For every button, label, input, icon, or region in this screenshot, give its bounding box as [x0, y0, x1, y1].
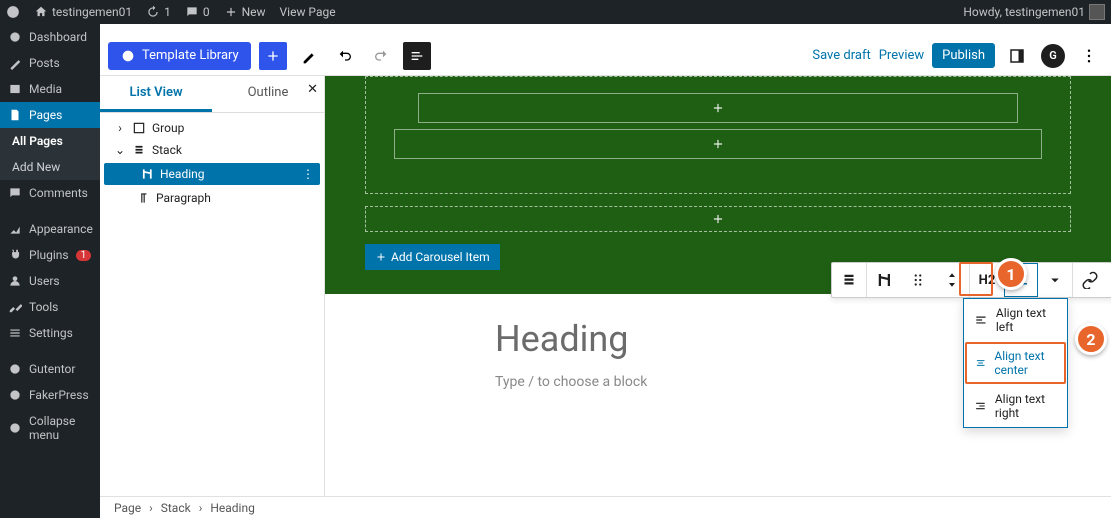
block-toolbar: H2 [831, 262, 1111, 298]
menu-dashboard[interactable]: Dashboard [0, 24, 100, 50]
callout-1: 1 [995, 258, 1027, 290]
edit-tool-button[interactable] [295, 42, 323, 70]
view-page-link[interactable]: View Page [280, 5, 336, 19]
document-overview-button[interactable] [403, 42, 431, 70]
new-link[interactable]: New [224, 5, 266, 19]
block-type-button[interactable] [832, 263, 866, 297]
tree-heading[interactable]: Heading⋮ [104, 163, 320, 185]
block-appender-2[interactable] [394, 129, 1042, 159]
add-carousel-item-button[interactable]: Add Carousel Item [365, 244, 500, 270]
admin-sidemenu: Dashboard Posts Media Pages All Pages Ad… [0, 24, 100, 518]
submenu-all-pages[interactable]: All Pages [0, 128, 100, 154]
redo-button[interactable] [367, 42, 395, 70]
avatar [1089, 4, 1105, 20]
options-menu-button[interactable] [1075, 42, 1103, 70]
menu-users[interactable]: Users [0, 268, 100, 294]
breadcrumb-page[interactable]: Page [114, 501, 141, 515]
align-left-option[interactable]: Align text left [964, 299, 1067, 341]
link-button[interactable] [1073, 263, 1107, 297]
menu-media[interactable]: Media [0, 76, 100, 102]
save-draft-link[interactable]: Save draft [812, 48, 870, 63]
menu-collapse[interactable]: Collapse menu [0, 408, 100, 448]
block-appender-1[interactable] [418, 93, 1018, 123]
block-appender-3[interactable] [365, 206, 1071, 232]
menu-tools[interactable]: Tools [0, 294, 100, 320]
breadcrumb-stack[interactable]: Stack [161, 501, 191, 515]
editor-topbar: Template Library Save draft Preview Publ… [100, 36, 1111, 76]
tree-stack[interactable]: ⌄Stack [100, 139, 324, 161]
breadcrumb-heading[interactable]: Heading [210, 501, 255, 515]
move-updown-button[interactable] [935, 263, 969, 297]
menu-appearance[interactable]: Appearance [0, 216, 100, 242]
site-link[interactable]: testingemen01 [34, 5, 132, 19]
tree-heading-options[interactable]: ⋮ [302, 167, 314, 181]
site-name: testingemen01 [52, 5, 132, 19]
gutentor-icon[interactable]: G [1039, 42, 1067, 70]
updates-link[interactable]: 1 [146, 5, 171, 19]
submenu-add-new[interactable]: Add New [0, 154, 100, 180]
list-view-panel: List View Outline ✕ ›Group ⌄Stack Headin… [100, 76, 325, 496]
howdy-label: Howdy, testingemen01 [963, 5, 1085, 19]
menu-gutentor[interactable]: Gutentor [0, 356, 100, 382]
template-library-button[interactable]: Template Library [108, 42, 251, 70]
admin-bar: testingemen01 1 0 New View Page Howdy, t… [0, 0, 1111, 24]
align-chevron-icon[interactable] [1038, 263, 1072, 297]
select-parent-button[interactable] [867, 263, 901, 297]
tab-list-view[interactable]: List View [100, 76, 212, 112]
editor-canvas: Add Carousel Item Heading Type / to choo… [325, 76, 1111, 496]
menu-comments[interactable]: Comments [0, 180, 100, 206]
close-list-panel[interactable]: ✕ [307, 82, 318, 97]
new-label: New [242, 5, 266, 19]
menu-fakerpress[interactable]: FakerPress [0, 382, 100, 408]
add-block-button[interactable] [259, 42, 287, 70]
drag-handle[interactable] [901, 263, 935, 297]
menu-settings[interactable]: Settings [0, 320, 100, 346]
settings-sidebar-button[interactable] [1003, 42, 1031, 70]
wp-logo[interactable] [6, 5, 20, 19]
more-rich-text-button[interactable] [1107, 263, 1111, 297]
callout-2: 2 [1075, 323, 1107, 355]
menu-plugins[interactable]: Plugins1 [0, 242, 100, 268]
plugins-badge: 1 [76, 250, 92, 261]
menu-pages[interactable]: Pages [0, 102, 100, 128]
publish-button[interactable]: Publish [932, 43, 995, 68]
align-right-option[interactable]: Align text right [964, 385, 1067, 427]
updates-count: 1 [164, 5, 171, 19]
block-breadcrumb: Page › Stack › Heading [100, 496, 1111, 518]
tree-paragraph[interactable]: Paragraph [100, 187, 324, 209]
carousel-inner [365, 76, 1071, 194]
menu-posts[interactable]: Posts [0, 50, 100, 76]
preview-link[interactable]: Preview [879, 48, 924, 63]
align-center-option[interactable]: Align text center [965, 342, 1066, 384]
paragraph-placeholder[interactable]: Type / to choose a block [495, 374, 941, 390]
comments-count: 0 [203, 5, 210, 19]
undo-button[interactable] [331, 42, 359, 70]
heading-block[interactable]: Heading [495, 318, 941, 360]
howdy-link[interactable]: Howdy, testingemen01 [963, 4, 1105, 20]
comments-link[interactable]: 0 [185, 5, 210, 19]
tree-group[interactable]: ›Group [100, 117, 324, 139]
align-dropdown: Align text left Align text center Align … [963, 298, 1068, 428]
